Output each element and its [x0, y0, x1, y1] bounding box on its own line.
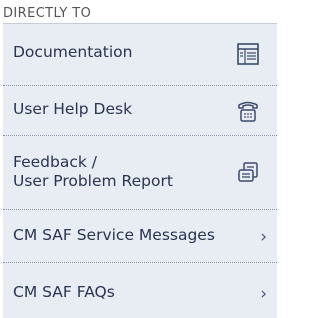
feedback-phone-icon [238, 162, 258, 182]
section-header: DIRECTLY TO [3, 6, 92, 21]
link-documentation-label: Documentation [13, 43, 133, 61]
link-user-help-desk-label: User Help Desk [13, 100, 133, 118]
phone-icon [238, 101, 258, 122]
link-cm-saf-faqs[interactable]: CM SAF FAQs › [3, 263, 277, 318]
link-user-help-desk[interactable]: User Help Desk [3, 86, 277, 136]
chevron-right-icon: › [260, 227, 267, 247]
link-cm-saf-service-messages[interactable]: CM SAF Service Messages › [3, 210, 277, 263]
link-feedback-problem-report[interactable]: Feedback / User Problem Report [3, 136, 277, 210]
chevron-right-icon: › [260, 284, 267, 304]
link-feedback-label-line1: Feedback / [13, 153, 97, 171]
link-feedback-label-line2: User Problem Report [13, 172, 173, 190]
link-faqs-label: CM SAF FAQs [13, 283, 115, 301]
document-list-icon [237, 43, 259, 65]
quick-links-panel: Documentation User Help Desk Feedback / [3, 23, 277, 318]
link-documentation[interactable]: Documentation [3, 24, 277, 86]
link-service-messages-label: CM SAF Service Messages [13, 226, 215, 244]
